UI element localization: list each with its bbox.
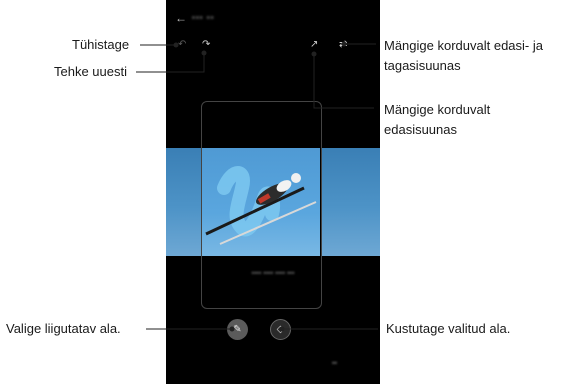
erase-area-callout: Kustutage valitud ala. [386,321,511,336]
redo-callout: Tehke uuesti [54,64,127,79]
repeat-both-callout: Mängige korduvalt edasi- ja tagasisuunas [384,38,543,73]
repeat-forward-callout: Mängige korduvalt edasisuunas [384,102,491,137]
undo-callout: Tühistage [72,37,130,52]
move-area-callout: Valige liigutatav ala. [6,321,121,336]
